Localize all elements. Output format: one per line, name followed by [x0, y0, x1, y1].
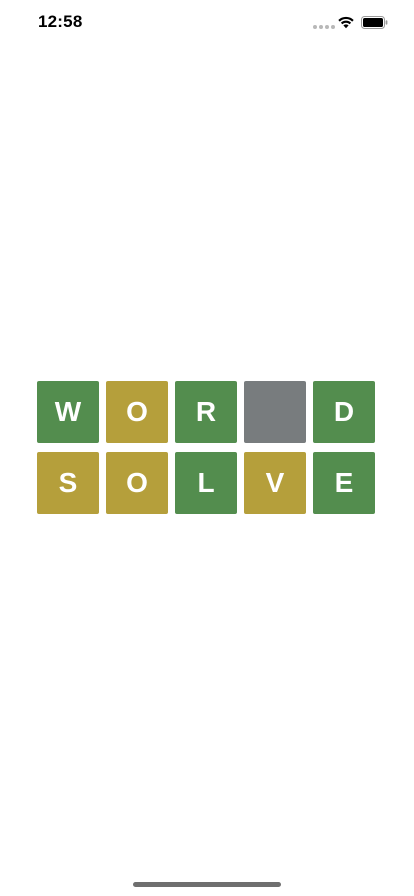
status-time: 12:58: [38, 12, 83, 31]
game-board: W O R D S O L V E: [37, 381, 377, 523]
letter-tile: R: [175, 381, 237, 443]
letter-tile: S: [37, 452, 99, 514]
letter-tile: D: [313, 381, 375, 443]
letter-tile: O: [106, 381, 168, 443]
letter-tile: V: [244, 452, 306, 514]
board-row: W O R D: [37, 381, 377, 443]
status-bar: 12:58: [0, 0, 414, 48]
letter-tile: O: [106, 452, 168, 514]
wifi-icon: [338, 16, 354, 29]
home-indicator[interactable]: [133, 882, 281, 887]
letter-tile: L: [175, 452, 237, 514]
battery-icon: [361, 16, 388, 29]
letter-tile: [244, 381, 306, 443]
board-row: S O L V E: [37, 452, 377, 514]
signal-dots-icon: [313, 25, 335, 29]
letter-tile: E: [313, 452, 375, 514]
letter-tile: W: [37, 381, 99, 443]
